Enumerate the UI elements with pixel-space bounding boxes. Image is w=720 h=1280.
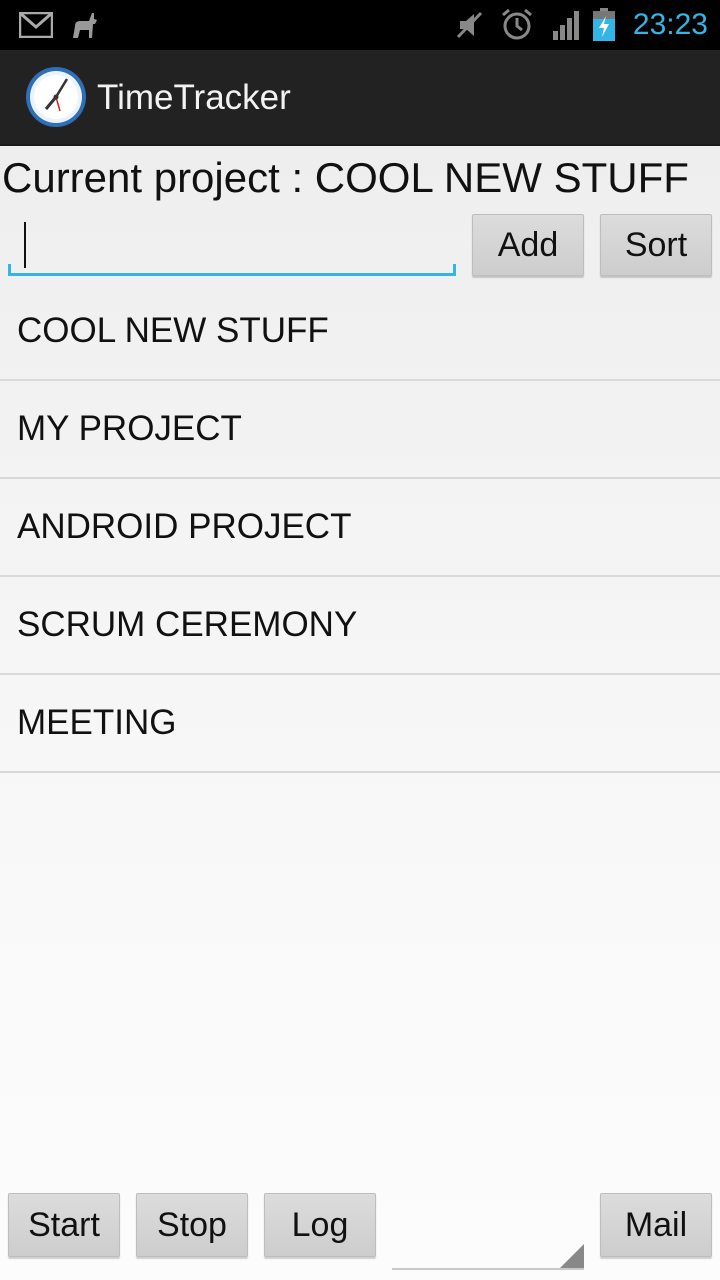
alarm-icon <box>498 0 536 50</box>
list-item[interactable]: COOL NEW STUFF <box>0 283 720 381</box>
project-input-container <box>8 212 456 276</box>
cat-icon <box>66 0 100 50</box>
spinner-arrow-icon <box>560 1244 584 1268</box>
log-button[interactable]: Log <box>264 1193 376 1257</box>
text-caret <box>24 222 26 268</box>
stop-button[interactable]: Stop <box>136 1193 248 1257</box>
status-bar: 23:23 <box>0 0 720 50</box>
mail-button[interactable]: Mail <box>600 1193 712 1257</box>
project-name-input[interactable] <box>8 212 456 276</box>
input-border-right <box>453 264 456 276</box>
battery-charging-icon <box>590 0 618 50</box>
app-title: TimeTracker <box>97 78 291 117</box>
list-item[interactable]: ANDROID PROJECT <box>0 479 720 577</box>
clock-time: 23:23 <box>632 8 708 41</box>
input-border-left <box>8 264 11 276</box>
action-bar: TimeTracker <box>0 50 720 146</box>
clock-icon[interactable] <box>24 65 88 129</box>
gmail-icon <box>18 0 54 50</box>
list-item[interactable]: MEETING <box>0 675 720 773</box>
sort-button[interactable]: Sort <box>600 214 712 276</box>
project-spinner[interactable] <box>392 1196 584 1270</box>
list-item[interactable]: SCRUM CEREMONY <box>0 577 720 675</box>
mute-icon <box>452 0 486 50</box>
list-item[interactable]: MY PROJECT <box>0 381 720 479</box>
signal-icon <box>550 0 584 50</box>
current-project-label: Current project : COOL NEW STUFF <box>2 154 689 201</box>
project-list: COOL NEW STUFF MY PROJECT ANDROID PROJEC… <box>0 283 720 773</box>
add-button[interactable]: Add <box>472 214 584 276</box>
start-button[interactable]: Start <box>8 1193 120 1257</box>
